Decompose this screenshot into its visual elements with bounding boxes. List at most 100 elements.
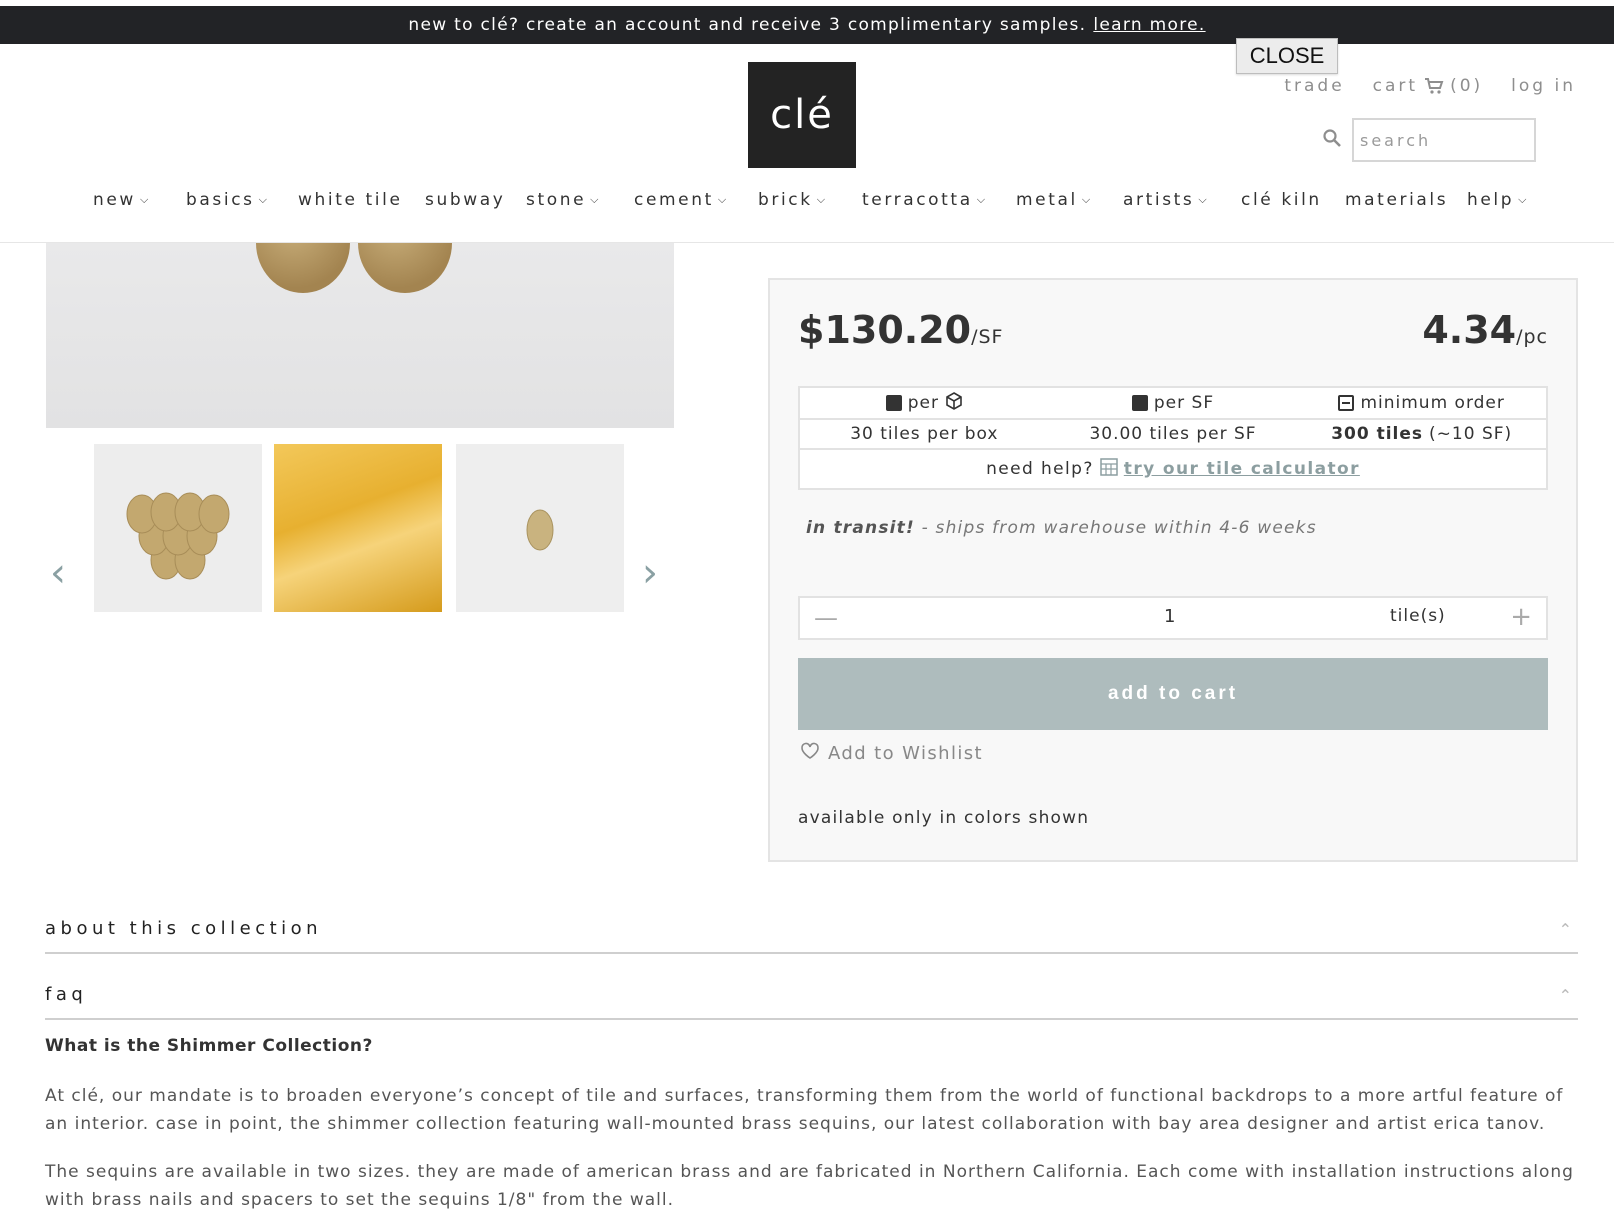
plus-icon[interactable]: + [1510, 602, 1532, 632]
availability-note: available only in colors shown [798, 808, 1090, 828]
nav-label: subway [425, 190, 506, 210]
chevron-down-icon: ⌵ [976, 193, 988, 206]
accordion-about[interactable]: about this collection ⌃ [45, 918, 1578, 954]
nav-item-new[interactable]: new ⌵ [93, 190, 151, 210]
tile-calculator-link[interactable]: try our tile calculator [1124, 459, 1360, 479]
transit-label: in transit! [806, 518, 915, 538]
spec-value-row: 30 tiles per box 30.00 tiles per SF 300 … [800, 418, 1546, 448]
nav-item-cement[interactable]: cement ⌵ [634, 190, 729, 210]
search-input[interactable] [1352, 118, 1536, 162]
spec-table: per per SF minimum order 30 tiles per bo… [798, 386, 1548, 450]
brass-sequin [358, 243, 452, 293]
minus-icon[interactable]: — [814, 604, 838, 632]
help-text: need help? [986, 459, 1094, 479]
faq-paragraph: The sequins are available in two sizes. … [45, 1162, 1574, 1210]
chevron-down-icon: ⌵ [258, 193, 270, 206]
box-icon [945, 391, 963, 415]
price-per-sf: $130.20/SF [798, 308, 1003, 352]
nav-label: help [1467, 190, 1515, 210]
main-nav: new ⌵ basics ⌵ white tile subway stone ⌵ ce… [0, 190, 1614, 224]
shipping-status: in transit! - ships from warehouse withi… [806, 518, 1317, 538]
add-to-wishlist[interactable]: Add to Wishlist [800, 742, 983, 765]
price-pc-unit: /pc [1516, 326, 1548, 348]
cart-icon [1424, 78, 1444, 94]
nav-item-white-tile[interactable]: white tile [298, 190, 403, 210]
announcement-text: new to clé? create an account and receiv… [408, 15, 1087, 35]
price-pc-value: 4.34 [1422, 308, 1517, 352]
filled-square-icon [1131, 395, 1148, 411]
filled-square-icon [885, 395, 902, 411]
cart-link[interactable]: cart (0) [1373, 76, 1484, 96]
nav-item-terracotta[interactable]: terracotta ⌵ [862, 190, 988, 210]
price-per-piece: 4.34/pc [1422, 308, 1548, 352]
chevron-down-icon: ⌵ [590, 193, 602, 206]
search-icon[interactable] [1322, 128, 1344, 150]
chevron-down-icon: ⌵ [1518, 193, 1530, 206]
account-links: trade cart (0) log in [1284, 76, 1576, 96]
add-to-cart-button[interactable]: add to cart [798, 658, 1548, 730]
nav-item-materials[interactable]: materials [1345, 190, 1448, 210]
nav-label: basics [186, 190, 255, 210]
help-row: need help? try our tile calculator [798, 448, 1548, 490]
nav-label: stone [526, 190, 587, 210]
nav-item-help[interactable]: help ⌵ [1467, 190, 1529, 210]
transit-detail: - ships from warehouse within 4-6 weeks [921, 518, 1317, 538]
faq-question: What is the Shimmer Collection? [45, 1036, 373, 1056]
learn-more-link[interactable]: learn more. [1093, 15, 1205, 35]
spec-min-order-value: 300 tiles (~10 SF) [1297, 424, 1546, 444]
nav-item-brick[interactable]: brick ⌵ [758, 190, 828, 210]
chevron-up-icon: ⌃ [1558, 920, 1572, 939]
nav-label: new [93, 190, 136, 210]
thumbnail-strip [46, 444, 674, 612]
logo[interactable]: clé [748, 62, 856, 168]
nav-item-stone[interactable]: stone ⌵ [526, 190, 601, 210]
thumbnail-cluster[interactable] [94, 444, 262, 612]
product-panel: $130.20/SF 4.34/pc per per SF minimum or… [768, 278, 1578, 862]
thumbnail-single-sequin[interactable] [456, 444, 624, 612]
nav-label: terracotta [862, 190, 973, 210]
min-order-rest: (~10 SF) [1429, 424, 1513, 444]
faq-paragraph: At clé, our mandate is to broaden everyo… [45, 1086, 1564, 1134]
thumbnail-sequin-wall[interactable] [274, 444, 442, 612]
spec-header-label: per [907, 393, 939, 413]
nav-item-basics[interactable]: basics ⌵ [186, 190, 270, 210]
accordion-faq[interactable]: faq ⌃ [45, 984, 1578, 1020]
chevron-down-icon: ⌵ [139, 193, 151, 206]
spec-min-order: minimum order [1297, 393, 1546, 413]
chevron-down-icon: ⌵ [1198, 193, 1210, 206]
wishlist-label: Add to Wishlist [828, 743, 983, 764]
nav-label: white tile [298, 190, 403, 210]
nav-item-subway[interactable]: subway [425, 190, 505, 210]
accordion-title: faq [45, 984, 88, 1005]
heart-icon [800, 742, 820, 765]
login-link[interactable]: log in [1511, 76, 1576, 96]
cart-count: (0) [1450, 76, 1484, 96]
nav-label: metal [1016, 190, 1078, 210]
brass-sequin [256, 243, 350, 293]
cart-label: cart [1372, 76, 1419, 96]
nav-label: clé kiln [1241, 190, 1322, 210]
nav-item-artists[interactable]: artists ⌵ [1123, 190, 1209, 210]
nav-label: cement [634, 190, 714, 210]
chevron-right-icon[interactable]: › [642, 550, 658, 596]
nav-item-cle-kiln[interactable]: clé kiln [1241, 190, 1322, 210]
nav-label: brick [758, 190, 813, 210]
product-main-image[interactable] [46, 243, 674, 428]
quantity-value[interactable]: 1 [1164, 606, 1175, 627]
nav-item-metal[interactable]: metal ⌵ [1016, 190, 1093, 210]
announcement-bar: new to clé? create an account and receiv… [0, 6, 1614, 44]
nav-label: artists [1123, 190, 1195, 210]
accordion-title: about this collection [45, 918, 323, 939]
chevron-down-icon: ⌵ [816, 193, 828, 206]
close-button[interactable]: CLOSE [1236, 38, 1338, 74]
nav-label: materials [1345, 190, 1449, 210]
quantity-unit: tile(s) [1390, 606, 1446, 626]
chevron-down-icon: ⌵ [717, 193, 729, 206]
spec-header-label: per SF [1153, 393, 1215, 413]
trade-link[interactable]: trade [1284, 76, 1344, 96]
spec-header-row: per per SF minimum order [800, 388, 1546, 418]
spec-per-sf: per SF [1049, 393, 1298, 413]
minus-square-icon [1338, 395, 1355, 411]
quantity-stepper: — 1 tile(s) + [798, 596, 1548, 640]
spec-value: 30.00 tiles per SF [1089, 424, 1257, 444]
